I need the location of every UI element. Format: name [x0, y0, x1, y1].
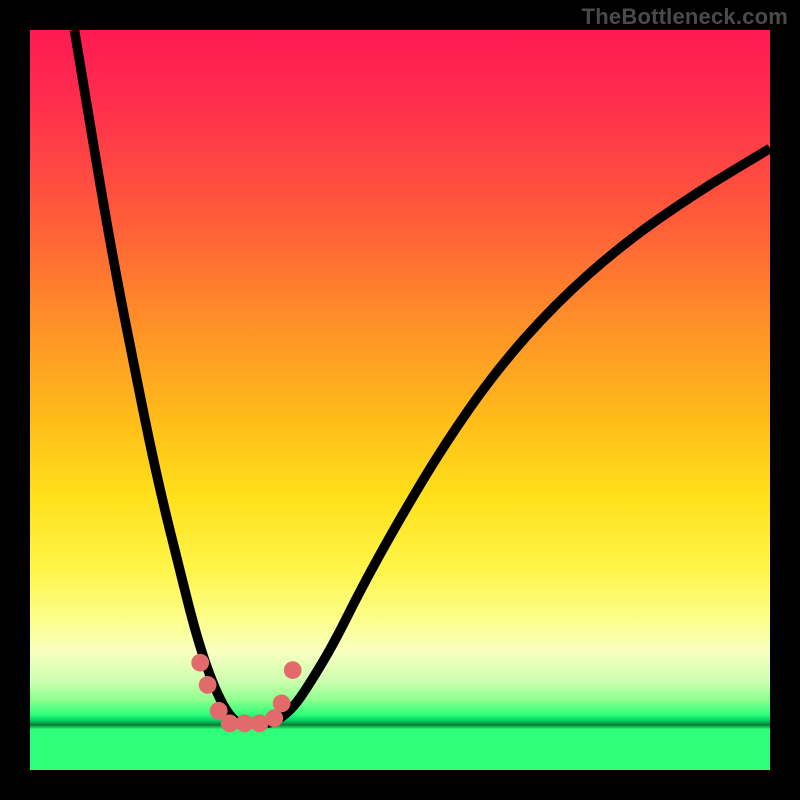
marker-m1 [191, 654, 209, 672]
marker-m8 [273, 695, 291, 713]
plot-area [30, 30, 770, 770]
marker-m9 [284, 661, 302, 679]
marker-group [191, 654, 301, 732]
curve-layer [30, 30, 770, 770]
chart-frame: TheBottleneck.com [0, 0, 800, 800]
watermark-text: TheBottleneck.com [582, 4, 788, 30]
marker-m2 [199, 676, 217, 694]
right-curve [267, 148, 770, 723]
left-curve [74, 30, 244, 723]
